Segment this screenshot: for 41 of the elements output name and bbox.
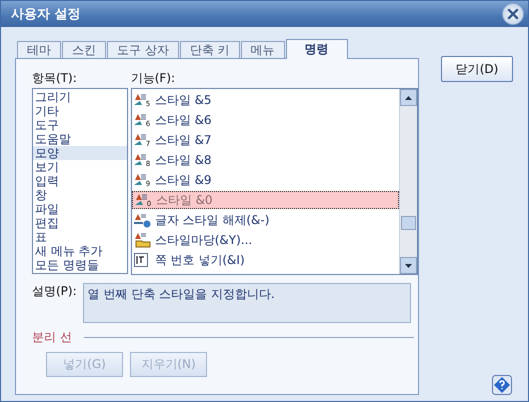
tab[interactable]: 도구 상자 — [107, 41, 179, 58]
list-item[interactable]: 글자 스타일 해제(&-) — [132, 211, 399, 229]
style-icon — [134, 192, 147, 208]
list-item[interactable]: 모든 명령들 — [33, 258, 127, 272]
list-item[interactable]: 도움말 — [33, 132, 127, 146]
description-field: 열 번째 단축 스타일을 지정합니다. — [82, 283, 411, 323]
list-item[interactable]: 창 — [33, 188, 127, 202]
folder-icon — [134, 232, 152, 248]
field-label: 설명(P): — [32, 283, 77, 298]
list-item[interactable]: 그리기 — [33, 90, 127, 104]
style-icon — [134, 212, 152, 228]
section-label: 분리 선 — [32, 329, 72, 346]
list-item[interactable]: 쪽 번호 넣기(&I) — [132, 251, 399, 269]
style-icon — [134, 132, 146, 148]
close-icon[interactable] — [502, 3, 524, 25]
list-item[interactable]: 표 — [33, 230, 127, 244]
tab[interactable]: 메뉴 — [240, 41, 285, 58]
list-item[interactable]: 편집 — [33, 216, 127, 230]
tab[interactable]: 스킨 — [62, 41, 106, 58]
tab[interactable]: 테마 — [17, 41, 61, 58]
style-icon — [134, 92, 146, 108]
close-button[interactable]: 닫기(D) — [441, 56, 513, 82]
style-icon — [134, 172, 146, 188]
list-item[interactable]: 모양 — [33, 146, 127, 160]
style-icon — [134, 112, 146, 128]
list-item[interactable]: 기타 — [33, 104, 127, 118]
list-label: 기능(F): — [130, 70, 176, 85]
list-item[interactable]: 파일 — [33, 202, 127, 216]
window-title: 사용자 설정 — [11, 6, 82, 23]
scroll-bar[interactable] — [399, 89, 417, 274]
help-icon[interactable] — [492, 375, 512, 395]
tab[interactable]: 단축 키 — [180, 41, 240, 58]
style-icon — [134, 152, 146, 168]
list-item[interactable]: 스타일마당(&Y)... — [132, 231, 399, 249]
list-item[interactable]: 새 메뉴 추가 — [33, 244, 127, 258]
page-number-icon — [134, 253, 148, 267]
list-item[interactable]: 입력 — [33, 174, 127, 188]
list-item[interactable]: 도구 — [33, 118, 127, 132]
list-label: 항목(T): — [32, 70, 78, 85]
tab[interactable]: 명령 — [286, 39, 348, 59]
list-item[interactable]: 보기 — [33, 160, 127, 174]
